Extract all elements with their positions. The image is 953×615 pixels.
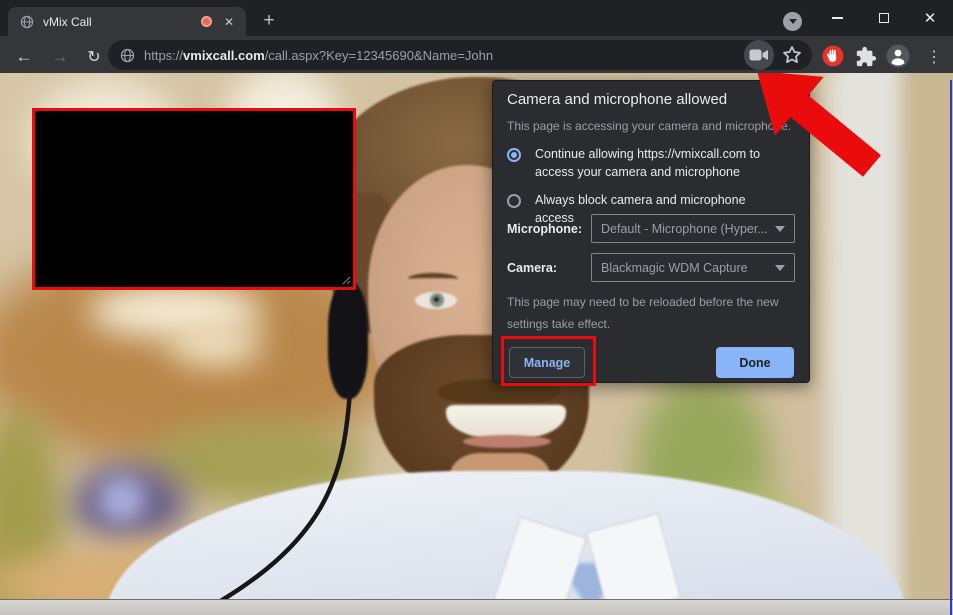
url-scheme: https:// xyxy=(144,48,183,63)
tab-bar: vMix Call ✕ + ✕ xyxy=(0,0,953,36)
url-domain: vmixcall.com xyxy=(183,48,265,63)
browser-toolbar: ← → ↻ https://vmixcall.com/call.aspx?Key… xyxy=(0,36,953,73)
person-lip xyxy=(463,435,551,448)
tab-close-icon[interactable]: ✕ xyxy=(220,13,238,31)
reload-note: This page may need to be reloaded before… xyxy=(507,291,799,335)
window-minimize-button[interactable] xyxy=(814,0,860,36)
microphone-value: Default - Microphone (Hyper... xyxy=(601,222,775,236)
wall-edge xyxy=(902,73,953,615)
url-path: /call.aspx?Key=12345690&Name=John xyxy=(265,48,493,63)
window-edge-highlight xyxy=(950,80,952,615)
url-text[interactable]: https://vmixcall.com/call.aspx?Key=12345… xyxy=(144,48,744,63)
reload-icon[interactable]: ↻ xyxy=(80,43,108,71)
video-preview[interactable] xyxy=(32,108,356,290)
adblocker-hand-icon[interactable] xyxy=(822,45,844,67)
resize-handle-icon[interactable] xyxy=(341,275,351,285)
background-shape xyxy=(98,476,146,524)
person-eyebrow xyxy=(408,273,458,285)
forward-icon[interactable]: → xyxy=(46,43,74,71)
popup-subtitle: This page is accessing your camera and m… xyxy=(507,119,791,133)
menu-kebab-icon[interactable]: ⋮ xyxy=(920,43,948,71)
radio-button-icon[interactable] xyxy=(507,194,521,208)
camera-indicator-icon[interactable] xyxy=(744,40,774,70)
radio-button-icon[interactable] xyxy=(507,148,521,162)
globe-favicon-icon xyxy=(20,15,34,29)
done-button[interactable]: Done xyxy=(716,347,794,378)
headset-earcup xyxy=(328,281,368,399)
window-maximize-button[interactable] xyxy=(861,0,907,36)
dropdown-caret-icon xyxy=(775,226,785,232)
chevron-down-icon[interactable] xyxy=(783,12,802,31)
address-bar[interactable]: https://vmixcall.com/call.aspx?Key=12345… xyxy=(108,40,812,70)
back-icon[interactable]: ← xyxy=(10,43,38,71)
popup-close-icon[interactable]: ✕ xyxy=(785,84,801,100)
microphone-label: Microphone: xyxy=(507,222,591,236)
browser-window: vMix Call ✕ + ✕ ← → ↻ https://vmixcall.c… xyxy=(0,0,953,615)
camera-select[interactable]: Blackmagic WDM Capture xyxy=(591,253,795,282)
tab-vmix-call[interactable]: vMix Call ✕ xyxy=(8,7,246,36)
tab-title: vMix Call xyxy=(43,15,201,29)
person-pupil xyxy=(434,297,439,302)
ceiling-light xyxy=(168,325,263,365)
camera-permission-popup: ✕ Camera and microphone allowed This pag… xyxy=(492,80,810,383)
camera-field-row: Camera: Blackmagic WDM Capture xyxy=(507,253,797,282)
microphone-field-row: Microphone: Default - Microphone (Hyper.… xyxy=(507,214,797,243)
bookmark-star-icon[interactable] xyxy=(782,45,802,65)
extensions-puzzle-icon[interactable] xyxy=(855,46,877,68)
recording-indicator-icon xyxy=(201,16,212,27)
window-close-button[interactable]: ✕ xyxy=(907,0,953,36)
dropdown-caret-icon xyxy=(775,265,785,271)
desk-edge xyxy=(0,599,953,615)
profile-avatar-icon[interactable] xyxy=(886,44,910,68)
camera-value: Blackmagic WDM Capture xyxy=(601,261,775,275)
radio-option-continue-allowing[interactable]: Continue allowing https://vmixcall.com t… xyxy=(503,145,803,181)
site-info-globe-icon[interactable] xyxy=(120,48,135,63)
radio-label: Continue allowing https://vmixcall.com t… xyxy=(535,145,783,181)
popup-title: Camera and microphone allowed xyxy=(507,91,727,108)
new-tab-button[interactable]: + xyxy=(256,8,282,34)
microphone-select[interactable]: Default - Microphone (Hyper... xyxy=(591,214,795,243)
manage-button[interactable]: Manage xyxy=(509,347,585,378)
camera-label: Camera: xyxy=(507,261,591,275)
